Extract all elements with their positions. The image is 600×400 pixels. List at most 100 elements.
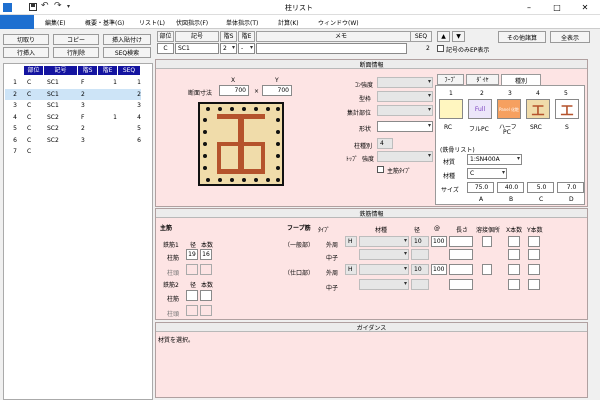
calc-part-select[interactable]: [377, 105, 433, 116]
undo-icon[interactable]: ↶: [41, 1, 49, 11]
general-inner-ycount[interactable]: [528, 249, 540, 260]
table-cell: SC2: [47, 125, 59, 132]
kind-rc-button[interactable]: [439, 99, 463, 119]
general-outer-weld[interactable]: [482, 236, 492, 247]
menu-single[interactable]: 単体指示(T): [226, 18, 258, 27]
general-outer-length[interactable]: [449, 236, 473, 247]
general-outer-type[interactable]: H: [345, 236, 357, 247]
floor-start-select[interactable]: 2: [220, 43, 237, 54]
table-cell: C: [27, 113, 32, 121]
main-type-checkbox[interactable]: [377, 166, 384, 173]
edit-row-headers: 部位 記号 階S 階E メモ: [157, 31, 427, 42]
floor-end-select[interactable]: -: [238, 43, 255, 54]
joint-outer-type[interactable]: H: [345, 264, 357, 275]
table-row[interactable]: 4 C SC2 F 1 4: [5, 112, 141, 123]
general-outer-ycount[interactable]: [528, 236, 540, 247]
table-row[interactable]: 7C: [5, 146, 141, 157]
strength-select[interactable]: [377, 151, 433, 162]
general-outer-xcount[interactable]: [508, 236, 520, 247]
general-section-label: （一般部）: [284, 242, 315, 249]
menu-window[interactable]: ウィンドウ(W): [318, 18, 359, 27]
joint-section-label: （仕口部）: [284, 270, 315, 277]
general-outer-pitch[interactable]: 100: [431, 236, 447, 247]
row-insert-button[interactable]: 行挿入: [3, 47, 49, 58]
joint-outer-ycount[interactable]: [528, 264, 540, 275]
main1-label: 鉄筋1: [163, 242, 179, 249]
joint-outer-xcount[interactable]: [508, 264, 520, 275]
menu-calc[interactable]: 計算(K): [278, 18, 299, 27]
memo-field[interactable]: [256, 43, 407, 54]
mat2-select[interactable]: C: [467, 168, 507, 179]
show-all-button[interactable]: 全表示: [550, 31, 590, 43]
table-row[interactable]: 3 C SC1 3 3: [5, 100, 141, 111]
kind-src-button[interactable]: 工: [526, 99, 550, 119]
tab-diaphragm[interactable]: ﾀﾞｲﾔ: [466, 74, 499, 85]
kind-s-button[interactable]: 工: [555, 99, 579, 119]
joint-inner-material[interactable]: [359, 279, 409, 290]
joint-outer-material[interactable]: [359, 264, 409, 275]
close-button[interactable]: ✕: [572, 0, 598, 15]
general-outer-material[interactable]: [359, 236, 409, 247]
shape-select[interactable]: [377, 121, 433, 132]
joint-outer-weld[interactable]: [482, 264, 492, 275]
menu-edit[interactable]: 編集(E): [45, 18, 65, 27]
minimize-button[interactable]: –: [517, 0, 541, 15]
table-row[interactable]: 5 C SC2 2 5: [5, 123, 141, 134]
paste-insert-button[interactable]: 挿入貼付け: [103, 34, 151, 45]
menu-plan[interactable]: 伏図指示(F): [176, 18, 208, 27]
part-field[interactable]: C: [157, 43, 174, 54]
general-outer-diam[interactable]: 10: [411, 236, 429, 247]
main2-count-field[interactable]: [200, 290, 212, 301]
table-row[interactable]: 6 C SC2 3 6: [5, 135, 141, 146]
concrete-select[interactable]: [377, 77, 433, 88]
rebar-dot: [203, 142, 207, 146]
size-a-field[interactable]: 75.0: [467, 182, 494, 193]
others-button[interactable]: その他諸算: [498, 31, 546, 43]
cut-button[interactable]: 切取り: [3, 34, 49, 45]
row-delete-button[interactable]: 行削除: [53, 47, 99, 58]
joint-inner-length[interactable]: [449, 279, 473, 290]
general-inner-length[interactable]: [449, 249, 473, 260]
general-inner-xcount[interactable]: [508, 249, 520, 260]
save-icon[interactable]: [29, 3, 37, 11]
file-menu[interactable]: [0, 15, 34, 29]
general-inner-diam[interactable]: [411, 249, 429, 260]
joint-outer-diam[interactable]: 10: [411, 264, 429, 275]
size-d-field[interactable]: 7.0: [557, 182, 584, 193]
dim-x-field[interactable]: 700: [219, 85, 249, 96]
joint-inner-ycount[interactable]: [528, 279, 540, 290]
kind-fullpc-button[interactable]: Full: [468, 99, 492, 119]
main1-diam-field[interactable]: 19: [186, 249, 198, 260]
kind-pc-label: PC: [503, 129, 511, 136]
redo-icon[interactable]: ↷: [54, 1, 62, 11]
seq-up-button[interactable]: ▲: [437, 31, 450, 42]
joint-inner-diam[interactable]: [411, 279, 429, 290]
maximize-button[interactable]: □: [545, 0, 569, 15]
rebar-dot: [203, 154, 207, 158]
s-i-beam-icon: 工: [560, 103, 574, 119]
print-only-checkbox[interactable]: [437, 45, 444, 52]
size-c-field[interactable]: 5.0: [527, 182, 554, 193]
kind-half-button[interactable]: Panel 化粧: [497, 99, 521, 119]
dim-y-field[interactable]: 700: [262, 85, 292, 96]
qat-dropdown-icon[interactable]: ▾: [67, 3, 70, 10]
main1-count-field[interactable]: 16: [200, 249, 212, 260]
table-row[interactable]: 2 C SC1 2 2: [5, 88, 141, 100]
material-select[interactable]: 1:SN400A: [467, 154, 522, 165]
joint-outer-length[interactable]: [449, 264, 473, 275]
menu-list[interactable]: リスト(L): [139, 18, 165, 27]
table-row[interactable]: 1 C SC1 F 1 1: [5, 77, 141, 88]
size-b-field[interactable]: 40.0: [497, 182, 524, 193]
tab-hoop[interactable]: ﾌｰﾌﾟ: [437, 74, 464, 85]
general-inner-material[interactable]: [359, 249, 409, 260]
table-cell: 3: [137, 102, 141, 109]
mold-select[interactable]: [377, 91, 433, 102]
main2-diam-field[interactable]: [186, 290, 198, 301]
joint-outer-pitch[interactable]: 100: [431, 264, 447, 275]
copy-button[interactable]: コピー: [53, 34, 99, 45]
seq-down-button[interactable]: ▼: [452, 31, 465, 42]
menu-overview[interactable]: 概要・基準(G): [85, 18, 124, 27]
joint-inner-xcount[interactable]: [508, 279, 520, 290]
seq-search-button[interactable]: SEQ検索: [103, 47, 151, 58]
code-field[interactable]: SC1: [175, 43, 219, 54]
